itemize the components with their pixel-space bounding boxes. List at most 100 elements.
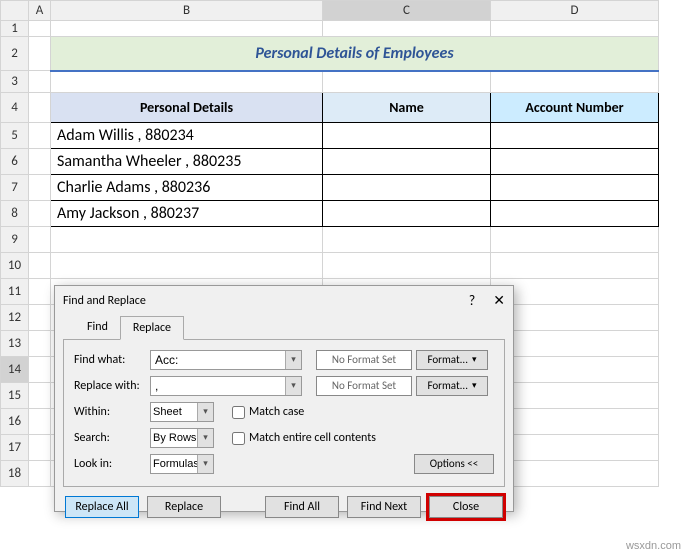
cell[interactable] [491,21,659,37]
table-cell[interactable]: Adam Willis , 880234 [51,123,323,149]
row-header-14[interactable]: 14 [1,357,29,383]
table-cell[interactable] [323,149,491,175]
cell[interactable] [491,227,659,253]
cell[interactable] [29,175,51,201]
cell[interactable] [323,71,491,93]
cell[interactable] [29,227,51,253]
cell[interactable] [491,331,659,357]
table-cell[interactable] [323,175,491,201]
cell[interactable] [491,383,659,409]
cell[interactable] [491,71,659,93]
cell[interactable] [29,357,51,383]
options-button[interactable]: Options << [414,454,494,474]
cell[interactable] [491,253,659,279]
row-header-6[interactable]: 6 [1,149,29,175]
cell[interactable] [51,21,323,37]
match-case-checkbox[interactable] [232,406,245,419]
row-header-7[interactable]: 7 [1,175,29,201]
row-header-18[interactable]: 18 [1,461,29,487]
find-next-button[interactable]: Find Next [347,496,421,518]
cell[interactable] [29,21,51,37]
cell[interactable] [491,409,659,435]
cell[interactable] [29,71,51,93]
replace-all-button[interactable]: Replace All [65,496,139,518]
find-what-input[interactable] [150,350,302,370]
table-cell[interactable]: Charlie Adams , 880236 [51,175,323,201]
cell[interactable] [29,461,51,487]
cell[interactable] [29,201,51,227]
cell[interactable] [491,305,659,331]
find-all-button[interactable]: Find All [265,496,339,518]
row-header-9[interactable]: 9 [1,227,29,253]
close-button[interactable]: Close [429,496,503,518]
row-header-12[interactable]: 12 [1,305,29,331]
table-cell[interactable]: Samantha Wheeler , 880235 [51,149,323,175]
chevron-down-icon[interactable]: ▾ [197,429,213,447]
cell[interactable] [51,227,323,253]
chevron-down-icon[interactable]: ▾ [197,403,213,421]
cell[interactable] [29,383,51,409]
close-icon[interactable]: ✕ [493,286,505,316]
cell[interactable] [29,409,51,435]
row-header-3[interactable]: 3 [1,71,29,93]
cell[interactable] [491,461,659,487]
row-header-16[interactable]: 16 [1,409,29,435]
table-cell[interactable] [491,175,659,201]
table-cell[interactable] [491,149,659,175]
row-header-15[interactable]: 15 [1,383,29,409]
replace-button[interactable]: Replace [147,496,221,518]
cell[interactable] [323,21,491,37]
help-icon[interactable]: ? [469,286,476,316]
cell[interactable] [29,331,51,357]
cell[interactable] [51,71,323,93]
chevron-down-icon[interactable]: ▾ [285,351,301,369]
dialog-titlebar[interactable]: Find and Replace ? ✕ [55,286,513,316]
find-format-button[interactable]: Format...▾ [416,350,488,370]
row-header-5[interactable]: 5 [1,123,29,149]
row-header-8[interactable]: 8 [1,201,29,227]
col-header-a[interactable]: A [29,1,51,21]
table-cell[interactable]: Amy Jackson , 880237 [51,201,323,227]
row-header-13[interactable]: 13 [1,331,29,357]
cell[interactable] [491,357,659,383]
match-entire-checkbox[interactable] [232,432,245,445]
cell[interactable] [29,93,51,123]
cell[interactable] [29,123,51,149]
replace-with-input[interactable] [150,376,302,396]
title-cell[interactable]: Personal Details of Employees [51,37,659,71]
replace-format-button[interactable]: Format...▾ [416,376,488,396]
cell[interactable] [29,149,51,175]
tab-find[interactable]: Find [75,316,120,340]
cell[interactable] [29,435,51,461]
table-header-personal[interactable]: Personal Details [51,93,323,123]
table-header-account[interactable]: Account Number [491,93,659,123]
table-header-name[interactable]: Name [323,93,491,123]
table-cell[interactable] [491,123,659,149]
cell[interactable] [29,279,51,305]
row-header-10[interactable]: 10 [1,253,29,279]
col-header-c[interactable]: C [323,1,491,21]
cell[interactable] [29,253,51,279]
col-header-d[interactable]: D [491,1,659,21]
cell[interactable] [29,37,51,71]
table-cell[interactable] [323,201,491,227]
chevron-down-icon[interactable]: ▾ [285,377,301,395]
cell[interactable] [491,435,659,461]
cell[interactable] [323,253,491,279]
cell[interactable] [51,253,323,279]
chevron-down-icon[interactable]: ▾ [197,455,213,473]
cell[interactable] [29,305,51,331]
col-header-b[interactable]: B [51,1,323,21]
row-header-11[interactable]: 11 [1,279,29,305]
select-all-corner[interactable] [1,1,29,21]
table-cell[interactable] [323,123,491,149]
tab-replace[interactable]: Replace [120,316,184,340]
row-header-1[interactable]: 1 [1,21,29,37]
row-header-2[interactable]: 2 [1,37,29,71]
cell[interactable] [323,227,491,253]
find-what-label: Find what: [74,353,146,367]
cell[interactable] [491,279,659,305]
row-header-4[interactable]: 4 [1,93,29,123]
row-header-17[interactable]: 17 [1,435,29,461]
table-cell[interactable] [491,201,659,227]
